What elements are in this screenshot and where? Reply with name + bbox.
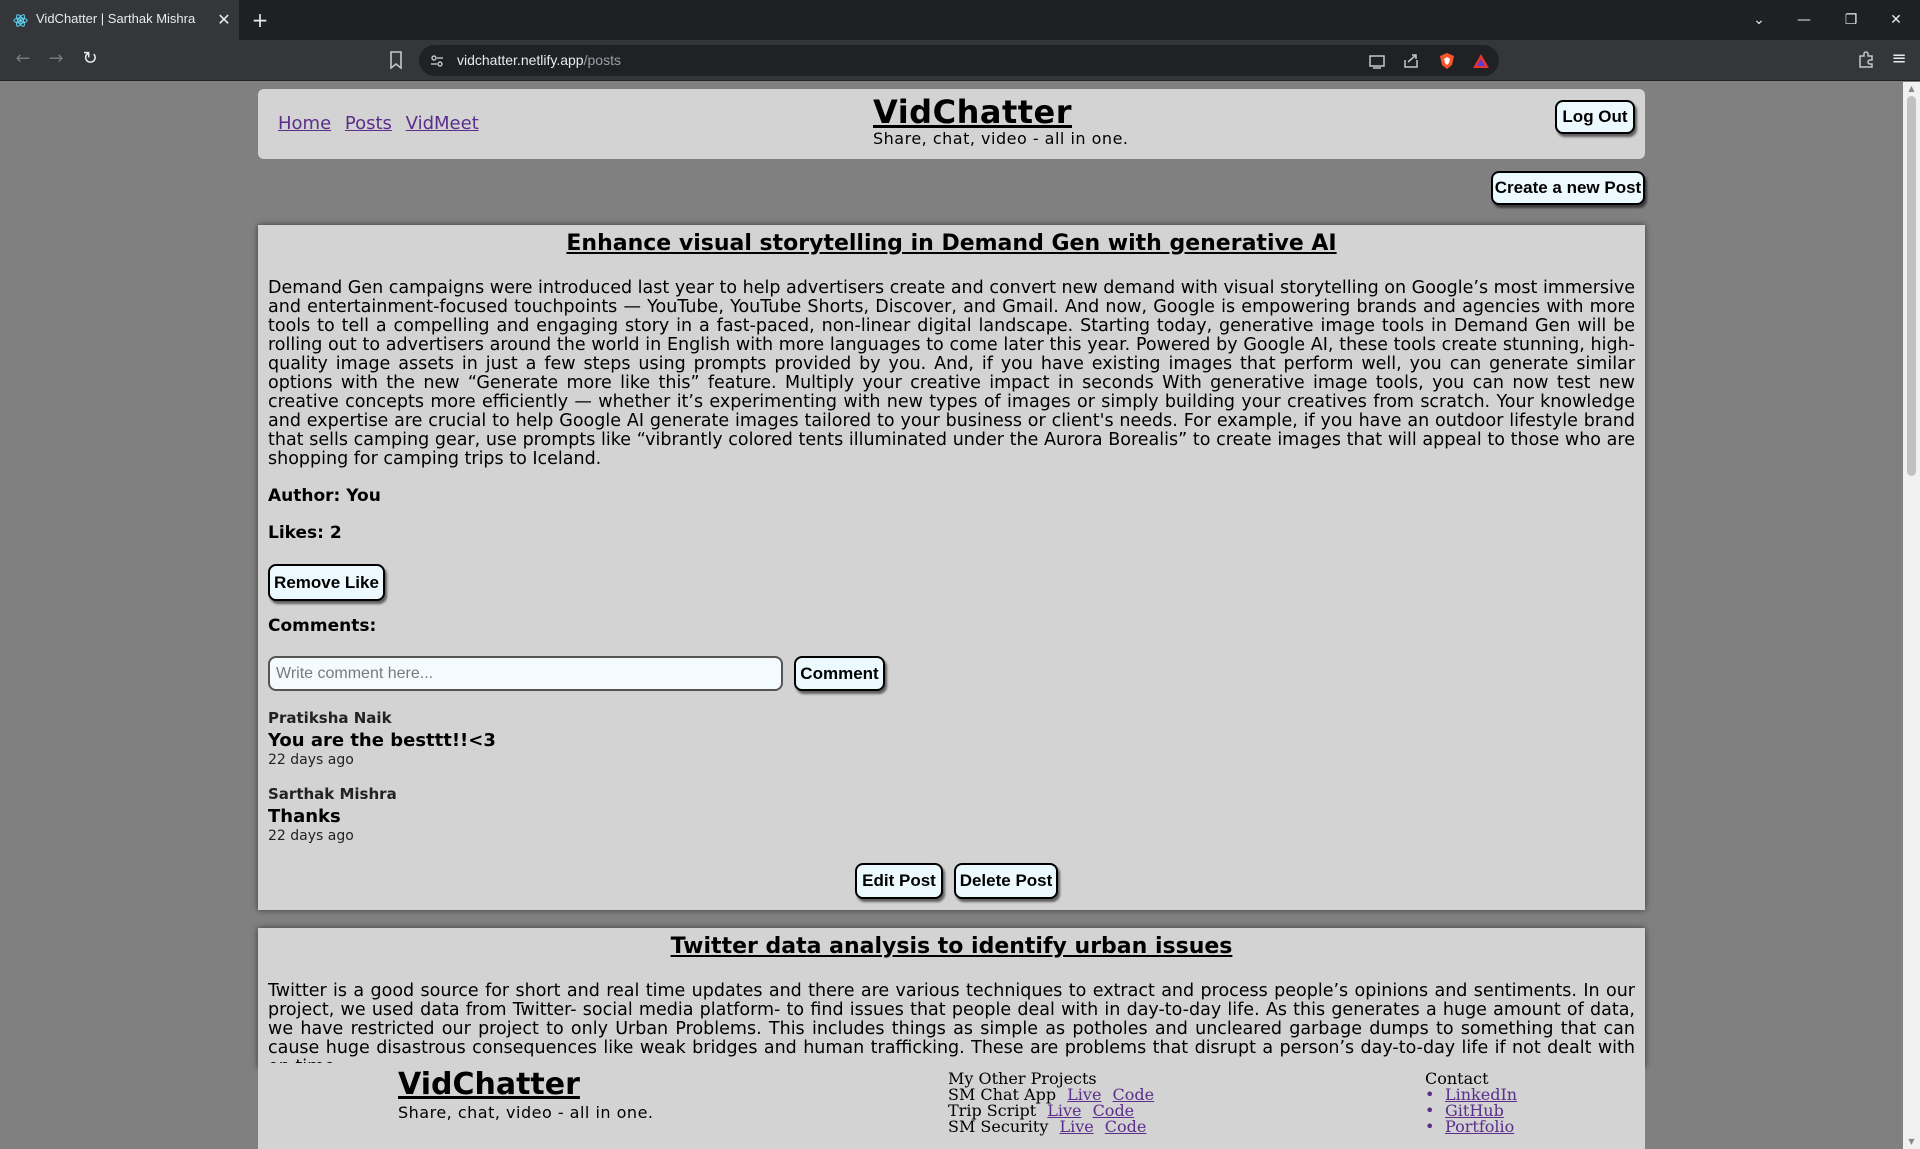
forward-button[interactable]: → [43, 48, 69, 74]
url-domain: vidchatter.netlify.app [457, 52, 584, 68]
restore-window-button[interactable]: ❐ [1839, 8, 1863, 32]
scroll-down-arrow-icon[interactable]: ▼ [1903, 1135, 1920, 1149]
share-icon[interactable] [1402, 52, 1420, 70]
bookmark-icon[interactable] [387, 50, 405, 70]
cast-icon[interactable] [1368, 52, 1386, 70]
post-card: Enhance visual storytelling in Demand Ge… [258, 225, 1645, 910]
contact-list: LinkedIn GitHub Portfolio [1425, 1087, 1517, 1136]
page-scrollbar[interactable]: ▲ ▼ [1903, 82, 1920, 1149]
post-body: Twitter is a good source for short and r… [268, 981, 1635, 1069]
comment-author: Sarthak Mishra [268, 785, 397, 803]
comment-button[interactable]: Comment [794, 656, 885, 691]
comments-heading: Comments: [268, 616, 377, 636]
footer-title[interactable]: VidChatter [398, 1067, 580, 1102]
project-name: SM Security [948, 1117, 1049, 1136]
portfolio-link[interactable]: Portfolio [1445, 1117, 1514, 1136]
minimize-window-button[interactable]: — [1792, 8, 1816, 32]
comment-text: Thanks [268, 806, 341, 827]
brave-shields-icon[interactable] [1438, 52, 1456, 70]
nav-link-home[interactable]: Home [278, 113, 331, 134]
project-item: SM Security Live Code [948, 1119, 1154, 1135]
site-title[interactable]: VidChatter [873, 93, 1072, 131]
browser-toolbar: ← → ↻ vidchatter.netlify.app/posts ≡ [0, 40, 1920, 81]
post-title: Enhance visual storytelling in Demand Ge… [566, 231, 1337, 256]
tab-title: VidChatter | Sarthak Mishra [36, 11, 196, 26]
remove-like-button[interactable]: Remove Like [268, 564, 385, 601]
new-tab-button[interactable]: + [248, 8, 272, 32]
site-info-icon[interactable] [429, 53, 445, 69]
comment-text: You are the besttt!!<3 [268, 730, 496, 751]
site-tagline: Share, chat, video - all in one. [873, 129, 1129, 148]
post-title: Twitter data analysis to identify urban … [670, 934, 1233, 959]
log-out-button[interactable]: Log Out [1555, 100, 1635, 134]
delete-post-button[interactable]: Delete Post [954, 863, 1058, 899]
comment-author: Pratiksha Naik [268, 709, 392, 727]
reload-button[interactable]: ↻ [77, 48, 103, 74]
react-logo-icon [13, 14, 28, 27]
post-body: Demand Gen campaigns were introduced las… [268, 278, 1635, 469]
url-path: /posts [583, 52, 621, 68]
edit-post-button[interactable]: Edit Post [855, 863, 943, 899]
footer-tagline: Share, chat, video - all in one. [398, 1103, 654, 1122]
browser-tab-bar: VidChatter | Sarthak Mishra ✕ + ⌄ — ❐ ✕ [0, 0, 1920, 40]
post-author: Author: You [268, 486, 381, 506]
nav-link-posts[interactable]: Posts [345, 113, 392, 134]
back-button[interactable]: ← [10, 48, 36, 74]
comment-time: 22 days ago [268, 828, 354, 844]
tab-close-icon[interactable]: ✕ [214, 10, 234, 30]
post-likes: Likes: 2 [268, 523, 342, 543]
contact-section: Contact LinkedIn GitHub Portfolio [1425, 1071, 1517, 1136]
scrollbar-thumb[interactable] [1907, 96, 1916, 476]
address-bar[interactable]: vidchatter.netlify.app/posts [419, 45, 1499, 76]
close-window-button[interactable]: ✕ [1884, 8, 1908, 32]
contact-item: Portfolio [1425, 1117, 1517, 1136]
post-card: Twitter data analysis to identify urban … [258, 928, 1645, 1068]
nav-link-vidmeet[interactable]: VidMeet [406, 113, 479, 134]
site-header: Home Posts VidMeet VidChatter Share, cha… [258, 89, 1645, 159]
comment-time: 22 days ago [268, 752, 354, 768]
project-live-link[interactable]: Live [1059, 1117, 1093, 1136]
main-nav: Home Posts VidMeet [278, 113, 487, 134]
create-post-button[interactable]: Create a new Post [1491, 171, 1645, 205]
other-projects: My Other Projects SM Chat App Live Code … [948, 1071, 1154, 1135]
browser-tab[interactable]: VidChatter | Sarthak Mishra ✕ [0, 0, 239, 40]
site-footer: VidChatter Share, chat, video - all in o… [258, 1063, 1645, 1149]
comment-input[interactable] [268, 656, 783, 691]
project-code-link[interactable]: Code [1105, 1117, 1147, 1136]
scroll-up-arrow-icon[interactable]: ▲ [1903, 82, 1920, 96]
tab-list-icon[interactable]: ⌄ [1747, 8, 1771, 32]
brave-rewards-icon[interactable] [1472, 52, 1490, 70]
url-text: vidchatter.netlify.app/posts [457, 52, 621, 68]
browser-menu-icon[interactable]: ≡ [1886, 48, 1912, 74]
extensions-icon[interactable] [1856, 50, 1876, 70]
